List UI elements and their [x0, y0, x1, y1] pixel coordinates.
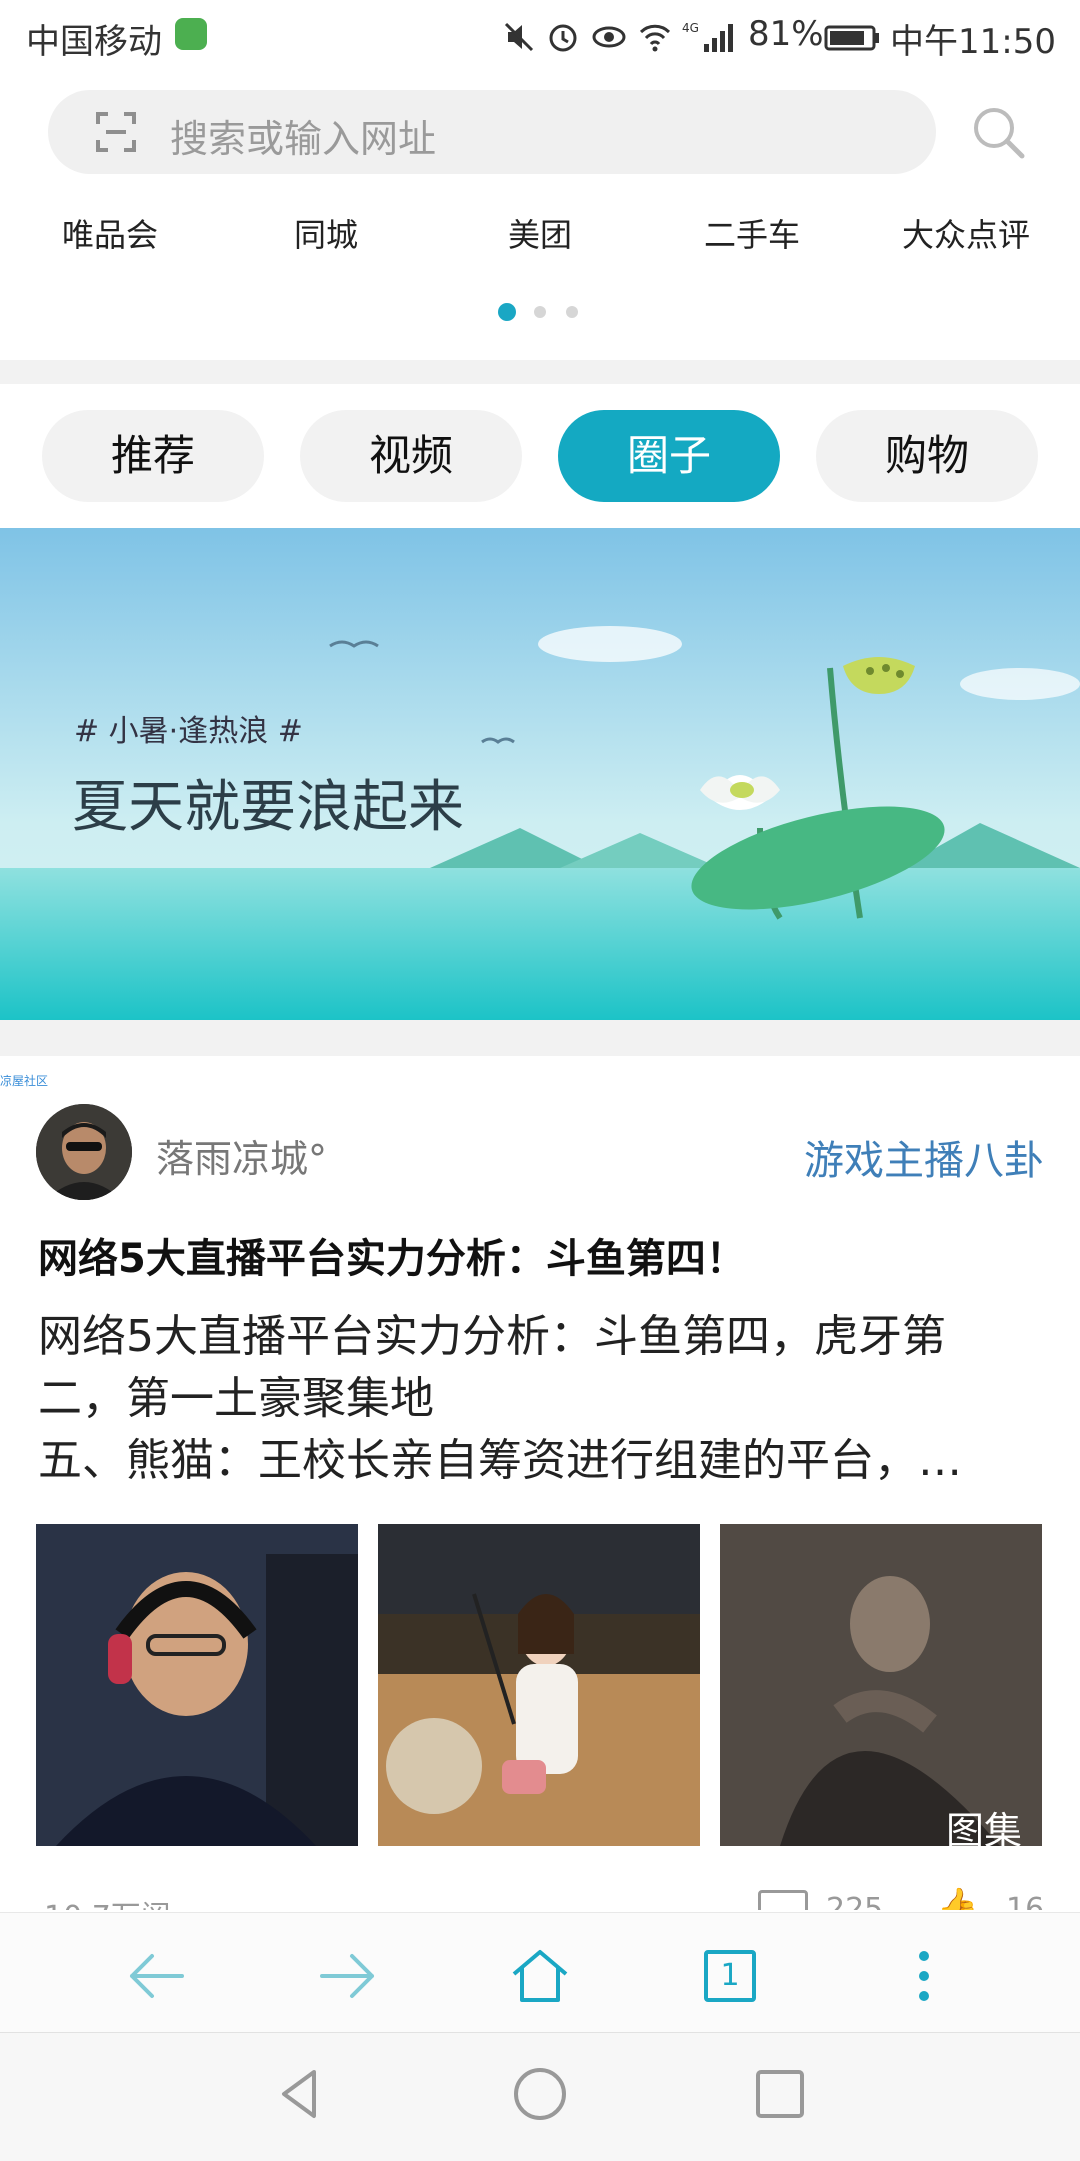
back-icon[interactable]: [124, 1944, 188, 2008]
shortcut-used-car[interactable]: 二手车: [662, 210, 842, 256]
channel-link[interactable]: 游戏主播八卦: [804, 1128, 1044, 1186]
shortcut-tongcheng[interactable]: 同城: [236, 210, 416, 256]
eye-icon: [592, 26, 626, 48]
post-source-label: 凉屋社区: [0, 1074, 49, 1088]
battery-icon: [824, 25, 879, 51]
post-image[interactable]: [720, 1524, 1042, 1846]
like-count: 16: [1006, 1892, 1045, 1910]
avatar[interactable]: [36, 1104, 132, 1200]
tabs-button[interactable]: 1: [704, 1950, 756, 2002]
hd-badge-icon: [175, 18, 207, 50]
tabs-count: 1: [720, 1958, 740, 1993]
home-icon[interactable]: [508, 1944, 572, 2008]
author-name[interactable]: 落雨凉城°: [156, 1128, 327, 1183]
status-bar: 中国移动 4G 81% 中午11:50: [0, 0, 1080, 76]
shortcut-meituan[interactable]: 美团: [450, 210, 630, 256]
gallery-label: 图集: [946, 1809, 1023, 1853]
nav-home-icon[interactable]: [510, 2064, 570, 2124]
comment-icon[interactable]: [758, 1890, 808, 1910]
scan-icon[interactable]: [94, 110, 138, 154]
post-image[interactable]: [378, 1524, 700, 1846]
comment-count: 225: [826, 1892, 884, 1910]
forward-icon[interactable]: [316, 1944, 380, 2008]
mute-icon: [504, 22, 534, 52]
post-body-line: 二，第一土豪聚集地: [38, 1373, 434, 1424]
post-stats-row: 10.7万阅 225 👍 16: [0, 1886, 1080, 1910]
post-body-line: 五、熊猫：王校长亲自筹资进行组建的平台，…: [38, 1435, 962, 1486]
tab-video[interactable]: 视频: [300, 410, 522, 502]
search-bar[interactable]: 搜索或输入网址: [48, 90, 936, 174]
post-body-line: 网络5大直播平台实力分析：斗鱼第四，虎牙第: [38, 1311, 946, 1362]
carrier-label: 中国移动: [26, 22, 162, 62]
tab-circle[interactable]: 圈子: [558, 410, 780, 502]
page-indicator-dot: [534, 306, 546, 318]
banner-title: 夏天就要浪起来: [72, 775, 464, 840]
svg-text:4G: 4G: [682, 21, 699, 35]
alarm-icon: [549, 24, 577, 52]
page-indicator-dot: [566, 306, 578, 318]
page-indicator-dot: [498, 303, 516, 321]
more-icon[interactable]: [892, 1944, 956, 2008]
shortcut-vip[interactable]: 唯品会: [20, 210, 200, 256]
wifi-icon: [639, 24, 671, 52]
search-placeholder[interactable]: 搜索或输入网址: [170, 108, 436, 163]
nav-back-icon[interactable]: [270, 2064, 330, 2124]
shortcut-dianping[interactable]: 大众点评: [876, 210, 1056, 256]
tab-shopping[interactable]: 购物: [816, 410, 1038, 502]
clock: 中午11:50: [890, 22, 1056, 62]
post-body[interactable]: 网络5大直播平台实力分析：斗鱼第四，虎牙第 二，第一土豪聚集地 五、熊猫：王校长…: [38, 1306, 1048, 1492]
divider: [0, 1020, 1080, 1056]
post-title[interactable]: 网络5大直播平台实力分析：斗鱼第四！: [38, 1226, 746, 1284]
tab-recommend[interactable]: 推荐: [42, 410, 264, 502]
view-count: 10.7万阅: [44, 1892, 171, 1910]
signal-icon: 4G: [682, 21, 733, 52]
post-image[interactable]: [36, 1524, 358, 1846]
divider: [0, 360, 1080, 384]
banner-hashtag: # 小暑·逢热浪 #: [74, 714, 303, 749]
search-icon[interactable]: [968, 102, 1028, 162]
nav-recents-icon[interactable]: [750, 2064, 810, 2124]
like-icon[interactable]: 👍: [936, 1886, 978, 1910]
battery-percent: 81%: [748, 14, 824, 54]
